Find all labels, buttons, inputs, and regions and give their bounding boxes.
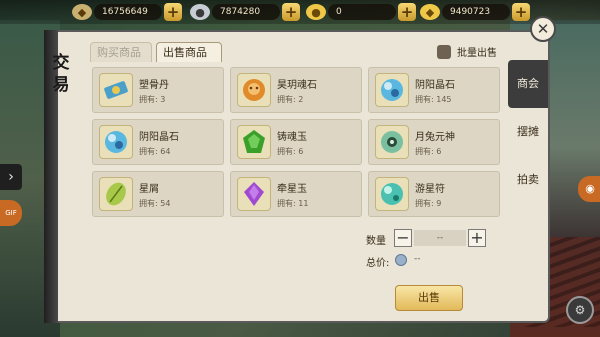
- currency-silver-ingot: ◆ 16756649 +: [72, 3, 182, 21]
- goods-name: 星屑: [139, 184, 159, 195]
- total-price-label: 总价:: [366, 258, 390, 269]
- gold-ingot-icon: ◆: [420, 4, 440, 20]
- goods-owned: 拥有: 64: [139, 147, 171, 156]
- panel-title: 交 易: [46, 52, 76, 112]
- goods-item[interactable]: 铸魂玉 拥有: 6: [230, 119, 362, 165]
- add-currency-button[interactable]: +: [164, 3, 182, 21]
- goods-name: 铸魂玉: [277, 132, 307, 143]
- scroll-pill-icon: [99, 73, 133, 107]
- tab-chamber-of-commerce[interactable]: 商会: [508, 60, 548, 108]
- tab-stall[interactable]: 摆摊: [508, 108, 548, 156]
- currency-value: 7874280: [212, 4, 280, 20]
- moon-rabbit-icon: [375, 125, 409, 159]
- quantity-increase-button[interactable]: +: [468, 229, 486, 247]
- quantity-input[interactable]: --: [414, 230, 466, 246]
- goods-item[interactable]: 昊玥魂石 拥有: 2: [230, 67, 362, 113]
- sell-button[interactable]: 出售: [395, 285, 463, 311]
- quantity-decrease-button[interactable]: −: [394, 229, 412, 247]
- crystal-orb-icon: [375, 73, 409, 107]
- total-price-value: --: [414, 254, 421, 264]
- expand-arrow-icon[interactable]: ›: [0, 164, 22, 190]
- goods-item[interactable]: 塑骨丹 拥有: 3: [92, 67, 224, 113]
- green-jade-icon: [237, 125, 271, 159]
- goods-grid: 塑骨丹 拥有: 3 昊玥魂石 拥有: 2 阴阳晶石 拥有: 145 阴阳晶石 拥…: [92, 67, 500, 217]
- soul-stone-icon: [237, 73, 271, 107]
- goods-owned: 拥有: 9: [415, 199, 442, 208]
- title-char: 易: [52, 75, 70, 95]
- goods-name: 塑骨丹: [139, 80, 169, 91]
- goods-owned: 拥有: 2: [277, 95, 304, 104]
- gold-coin-icon: ●: [306, 4, 326, 20]
- crystal-orb-icon: [99, 125, 133, 159]
- silver-ingot-icon: ◆: [72, 4, 92, 20]
- title-char: 交: [52, 53, 70, 73]
- goods-owned: 拥有: 145: [415, 95, 452, 104]
- tab-buy[interactable]: 购买商品: [90, 42, 152, 62]
- currency-silver-coin: ● 7874280 +: [190, 3, 300, 21]
- currency-gold-ingot: ◆ 9490723 +: [420, 3, 530, 21]
- goods-item[interactable]: 阴阳晶石 拥有: 64: [92, 119, 224, 165]
- silver-coin-icon: [395, 254, 407, 266]
- goods-item[interactable]: 游星符 拥有: 9: [368, 171, 500, 217]
- goods-item[interactable]: 月兔元神 拥有: 6: [368, 119, 500, 165]
- close-button[interactable]: ✕: [530, 16, 556, 42]
- camera-icon[interactable]: ◉: [578, 176, 600, 202]
- quantity-label: 数量: [366, 236, 386, 247]
- goods-owned: 拥有: 54: [139, 199, 171, 208]
- star-leaf-icon: [99, 177, 133, 211]
- goods-name: 牵星玉: [277, 184, 307, 195]
- currency-value: 0: [328, 4, 396, 20]
- cyan-orb-icon: [375, 177, 409, 211]
- currency-value: 9490723: [442, 4, 510, 20]
- goods-name: 游星符: [415, 184, 445, 195]
- goods-name: 昊玥魂石: [277, 80, 317, 91]
- goods-owned: 拥有: 6: [277, 147, 304, 156]
- goods-owned: 拥有: 6: [415, 147, 442, 156]
- batch-sell-label: 批量出售: [457, 48, 497, 59]
- goods-owned: 拥有: 11: [277, 199, 309, 208]
- tab-sell[interactable]: 出售商品: [156, 42, 222, 62]
- currency-bar: ◆ 16756649 + ● 7874280 + ● 0 + ◆ 9490723…: [0, 0, 600, 24]
- goods-name: 月兔元神: [415, 132, 455, 143]
- currency-gold-coin: ● 0 +: [306, 3, 416, 21]
- batch-sell-checkbox[interactable]: [437, 45, 451, 59]
- add-currency-button[interactable]: +: [512, 3, 530, 21]
- gif-button[interactable]: GIF: [0, 200, 22, 226]
- settings-icon[interactable]: ⚙: [566, 296, 594, 324]
- tab-auction[interactable]: 拍卖: [508, 156, 548, 204]
- goods-item[interactable]: 阴阳晶石 拥有: 145: [368, 67, 500, 113]
- goods-item[interactable]: 星屑 拥有: 54: [92, 171, 224, 217]
- add-currency-button[interactable]: +: [282, 3, 300, 21]
- silver-coin-icon: ●: [190, 4, 210, 20]
- goods-name: 阴阳晶石: [139, 132, 179, 143]
- goods-item[interactable]: 牵星玉 拥有: 11: [230, 171, 362, 217]
- currency-value: 16756649: [94, 4, 162, 20]
- goods-owned: 拥有: 3: [139, 95, 166, 104]
- add-currency-button[interactable]: +: [398, 3, 416, 21]
- purple-gem-icon: [237, 177, 271, 211]
- goods-name: 阴阳晶石: [415, 80, 455, 91]
